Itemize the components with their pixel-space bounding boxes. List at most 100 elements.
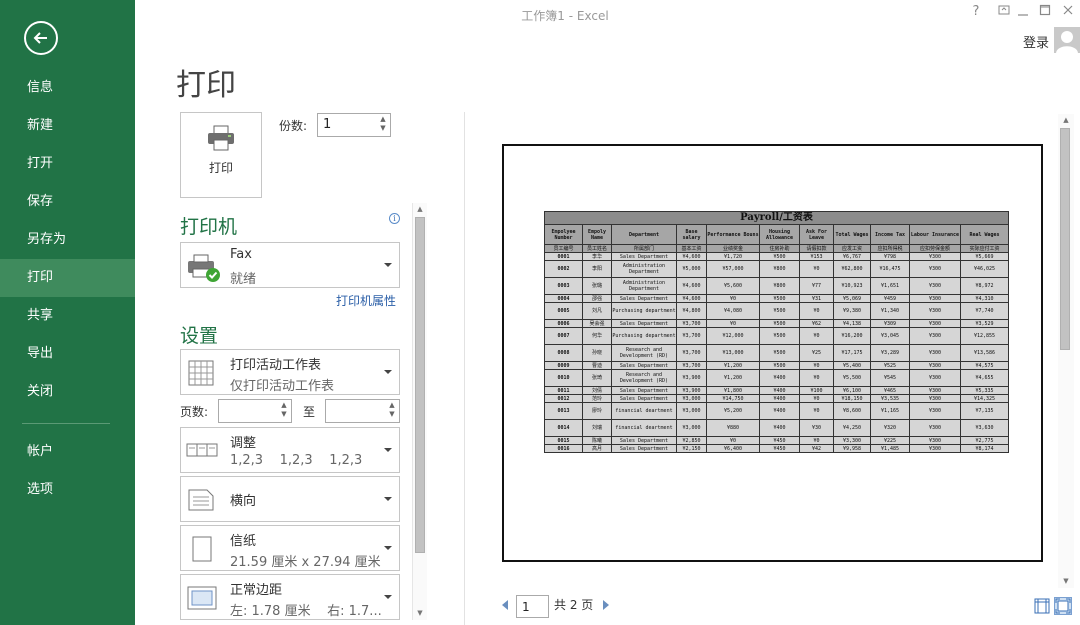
pages-label: 页数: bbox=[180, 405, 209, 419]
copies-stepper[interactable]: 1 ▲ ▼ bbox=[317, 113, 391, 137]
zoom-to-page-button[interactable] bbox=[1054, 597, 1072, 615]
sidebar-item-save[interactable]: 保存 bbox=[0, 183, 135, 221]
payroll-cell: ¥4,600 bbox=[676, 277, 707, 295]
payroll-cell: 何华 bbox=[582, 327, 612, 345]
payroll-cell: ¥4,310 bbox=[960, 294, 1009, 303]
sidebar-item-options[interactable]: 选项 bbox=[0, 471, 135, 509]
payroll-cell: 0006 bbox=[544, 319, 583, 328]
payroll-header-cell: Labour Insurance bbox=[909, 224, 961, 245]
prev-page-arrow-icon[interactable] bbox=[502, 600, 508, 610]
sidebar-item-account[interactable]: 帐户 bbox=[0, 433, 135, 471]
payroll-cell: ¥5,335 bbox=[960, 386, 1009, 395]
print-preview-page: Payroll/工资表 Empolyee Number Empoly Name De… bbox=[502, 144, 1043, 562]
payroll-cell: ¥14,325 bbox=[960, 394, 1009, 403]
collate-select[interactable]: 调整 1,2,3 1,2,3 1,2,3 bbox=[180, 427, 400, 473]
sidebar-item-new[interactable]: 新建 bbox=[0, 107, 135, 145]
payroll-header-cell: Total Wages bbox=[833, 224, 871, 245]
close-button[interactable] bbox=[1057, 4, 1079, 20]
payroll-cell: ¥450 bbox=[759, 444, 800, 453]
payroll-cell: ¥1,340 bbox=[870, 302, 910, 320]
pages-from-spin-arrows[interactable]: ▲ ▼ bbox=[279, 401, 289, 419]
payroll-cell: ¥3,700 bbox=[676, 319, 707, 328]
payroll-header-cn-cell: 基本工资 bbox=[676, 244, 707, 253]
payroll-cell: 0014 bbox=[544, 419, 583, 437]
payroll-cell: ¥300 bbox=[909, 419, 961, 437]
payroll-cell: 刘瑞 bbox=[582, 419, 612, 437]
scroll-up-arrow-icon[interactable]: ▲ bbox=[1058, 114, 1074, 127]
payroll-cell: ¥0 bbox=[706, 294, 760, 303]
payroll-cell: ¥400 bbox=[759, 419, 800, 437]
print-what-select[interactable]: 打印活动工作表 仅打印活动工作表 bbox=[180, 349, 400, 395]
help-button[interactable]: ? bbox=[965, 4, 987, 19]
sidebar-item-close[interactable]: 关闭 bbox=[0, 373, 135, 411]
payroll-header-cn-cell: 所属部门 bbox=[611, 244, 677, 253]
payroll-row: 0001 李华 Sales Department ¥4,600 ¥1,720 ¥500 ¥1… bbox=[544, 252, 1009, 261]
settings-scroll-thumb[interactable] bbox=[415, 217, 425, 553]
page-number-input[interactable]: 1 bbox=[516, 595, 549, 618]
payroll-row: 0006 吴会强 Sales Department ¥3,700 ¥0 ¥500 ¥62 ¥4… bbox=[544, 319, 1009, 328]
pages-to-spin-arrows[interactable]: ▲ ▼ bbox=[387, 401, 397, 419]
payroll-row: 0013 廖玲 financial deartment ¥3,000 ¥5,200 ¥40… bbox=[544, 402, 1009, 420]
printer-select[interactable]: Fax 就绪 bbox=[180, 242, 400, 288]
orientation-select[interactable]: 横向 bbox=[180, 476, 400, 522]
maximize-button[interactable] bbox=[1034, 4, 1056, 20]
payroll-cell: 刘倩 bbox=[582, 386, 612, 395]
sidebar-item-share[interactable]: 共享 bbox=[0, 297, 135, 335]
payroll-cell: ¥500 bbox=[759, 302, 800, 320]
payroll-cell: 刘凡 bbox=[582, 302, 612, 320]
preview-scrollbar[interactable]: ▲ ▼ bbox=[1058, 114, 1074, 588]
page-title: 打印 bbox=[176, 68, 236, 103]
payroll-cell: Sales Department bbox=[611, 386, 677, 395]
payroll-cell: ¥9,958 bbox=[833, 444, 871, 453]
next-page-arrow-icon[interactable] bbox=[603, 600, 609, 610]
payroll-header-cell: Performance Bouns bbox=[706, 224, 760, 245]
info-icon[interactable]: i bbox=[389, 213, 400, 224]
payroll-cell: Sales Department bbox=[611, 252, 677, 261]
payroll-cell: ¥2,775 bbox=[960, 436, 1009, 445]
back-button[interactable] bbox=[24, 21, 58, 55]
printer-properties-link[interactable]: 打印机属性 bbox=[336, 292, 396, 309]
payroll-cell: ¥77 bbox=[799, 277, 834, 295]
scroll-up-arrow-icon[interactable]: ▲ bbox=[413, 203, 427, 216]
scroll-down-arrow-icon[interactable]: ▼ bbox=[1058, 575, 1074, 588]
payroll-cell: financial deartment bbox=[611, 419, 677, 437]
pages-to-input[interactable]: ▲ ▼ bbox=[325, 399, 400, 423]
sidebar-item-open[interactable]: 打开 bbox=[0, 145, 135, 183]
payroll-cell: ¥300 bbox=[909, 260, 961, 278]
payroll-cell: 0002 bbox=[544, 260, 583, 278]
payroll-cell: ¥153 bbox=[799, 252, 834, 261]
payroll-cell: ¥17,175 bbox=[833, 344, 871, 362]
payroll-cell: ¥300 bbox=[909, 277, 961, 295]
user-avatar[interactable] bbox=[1054, 27, 1080, 53]
payroll-cell: ¥6,767 bbox=[833, 252, 871, 261]
minimize-button[interactable] bbox=[1012, 0, 1034, 26]
payroll-header-cn-cell: 住房补助 bbox=[759, 244, 800, 253]
sidebar-item-save-as[interactable]: 另存为 bbox=[0, 221, 135, 259]
payroll-cell: Sales Department bbox=[611, 394, 677, 403]
margins-select[interactable]: 正常边距 左: 1.78 厘米 右: 1.7... bbox=[180, 574, 400, 620]
show-margins-button[interactable] bbox=[1033, 597, 1051, 615]
payroll-cell: 0015 bbox=[544, 436, 583, 445]
scroll-down-arrow-icon[interactable]: ▼ bbox=[413, 607, 427, 620]
print-button[interactable]: 打印 bbox=[180, 112, 262, 198]
sidebar-item-print[interactable]: 打印 bbox=[0, 259, 135, 297]
payroll-cell: 0011 bbox=[544, 386, 583, 395]
payroll-row: 0008 孙晓 Research and Development (RD) ¥3,70… bbox=[544, 344, 1009, 362]
sidebar-item-info[interactable]: 信息 bbox=[0, 69, 135, 107]
title-bar: 工作簿1 - Excel ? bbox=[135, 0, 1080, 30]
pages-to-label: 至 bbox=[303, 405, 316, 419]
payroll-cell: 廖玲 bbox=[582, 402, 612, 420]
preview-scroll-thumb[interactable] bbox=[1060, 128, 1070, 350]
payroll-cell: 范玲 bbox=[582, 394, 612, 403]
payroll-header-cn-cell: 员工编号 bbox=[544, 244, 583, 253]
settings-scrollbar[interactable]: ▲ ▼ bbox=[412, 203, 427, 620]
paper-size-select[interactable]: 信纸 21.59 厘米 x 27.94 厘米 bbox=[180, 525, 400, 571]
payroll-cell: 陈曦 bbox=[582, 436, 612, 445]
copies-spin-arrows[interactable]: ▲ ▼ bbox=[378, 115, 388, 133]
sidebar-divider bbox=[22, 423, 110, 424]
sidebar-item-export[interactable]: 导出 bbox=[0, 335, 135, 373]
login-link[interactable]: 登录 bbox=[1023, 32, 1049, 51]
orientation-title: 横向 bbox=[230, 494, 257, 509]
payroll-cell: ¥4,600 bbox=[676, 294, 707, 303]
pages-from-input[interactable]: ▲ ▼ bbox=[218, 399, 292, 423]
